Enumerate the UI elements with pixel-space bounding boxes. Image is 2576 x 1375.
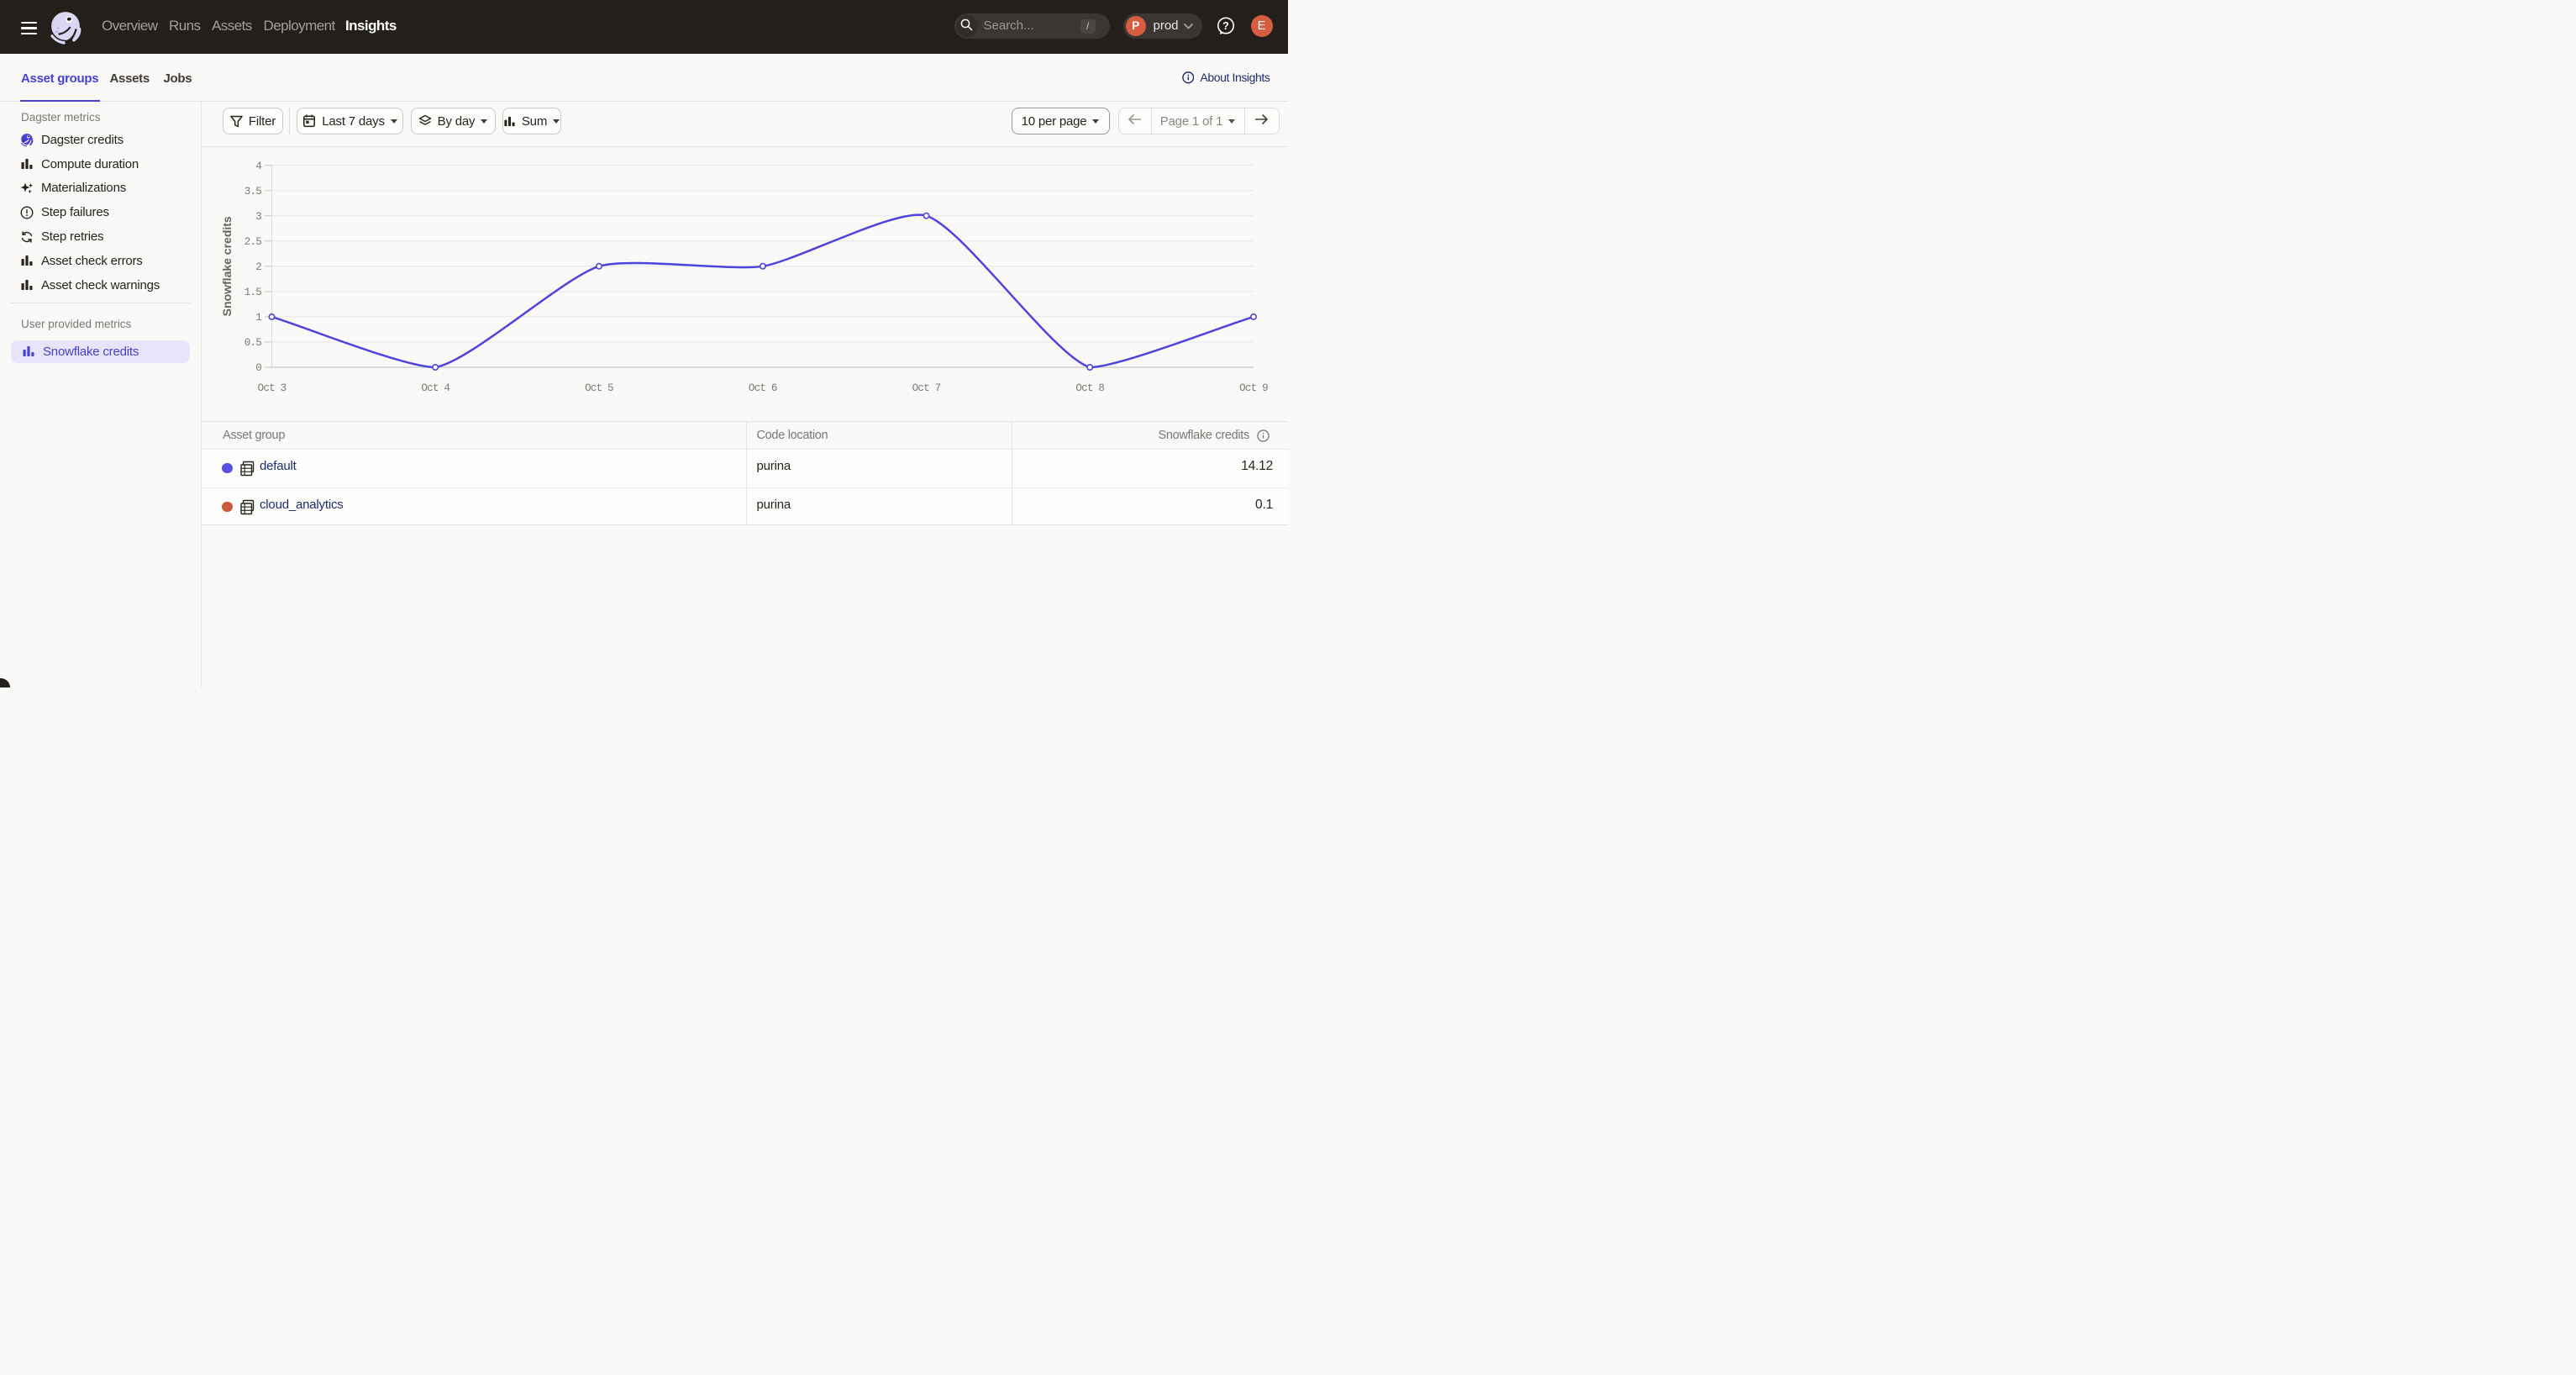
svg-text:Oct 8: Oct 8 (1075, 382, 1104, 394)
svg-text:Snowflake credits: Snowflake credits (220, 216, 234, 316)
svg-text:Oct 9: Oct 9 (1239, 382, 1268, 394)
svg-text:Oct 6: Oct 6 (749, 382, 777, 394)
svg-text:3: 3 (255, 210, 261, 222)
svg-text:0.5: 0.5 (244, 337, 262, 349)
svg-text:1: 1 (255, 312, 261, 324)
svg-text:Oct 3: Oct 3 (258, 382, 287, 394)
svg-text:Oct 5: Oct 5 (585, 382, 613, 394)
svg-text:Oct 4: Oct 4 (421, 382, 449, 394)
svg-text:2: 2 (255, 261, 261, 273)
svg-text:Oct 7: Oct 7 (912, 382, 941, 394)
svg-text:?: ? (1222, 20, 1229, 32)
svg-text:0: 0 (255, 362, 261, 374)
svg-text:3.5: 3.5 (244, 185, 262, 197)
svg-text:2.5: 2.5 (244, 236, 262, 248)
svg-text:1.5: 1.5 (244, 287, 262, 298)
svg-text:4: 4 (255, 160, 261, 171)
